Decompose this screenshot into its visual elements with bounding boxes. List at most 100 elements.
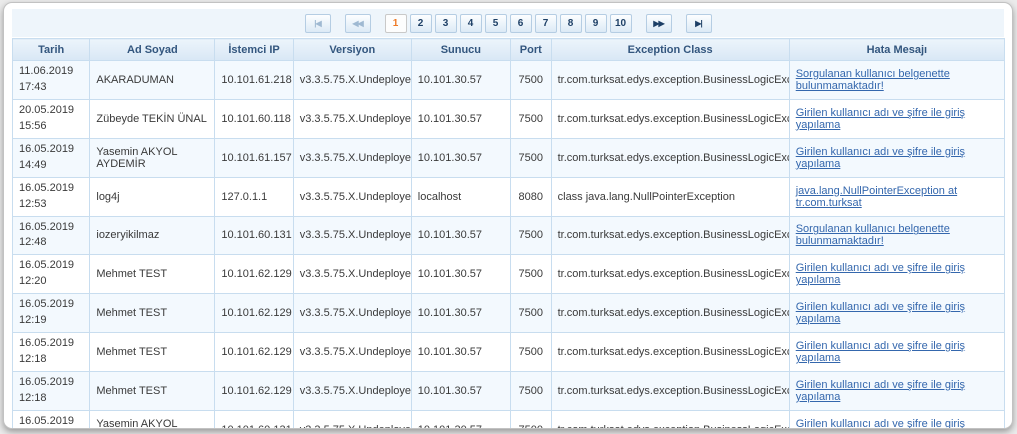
cell-istemci-ip: 10.101.61.157 — [215, 138, 293, 177]
column-header-istemci-ip[interactable]: İstemci IP — [215, 39, 293, 61]
table-row: 16.05.201912:19 Mehmet TEST 10.101.62.12… — [13, 294, 1005, 333]
table-row: 11.06.201917:43 AKARADUMAN 10.101.61.218… — [13, 61, 1005, 100]
cell-sunucu: localhost — [411, 177, 510, 216]
error-message-link[interactable]: Girilen kullanıcı adı ve şifre ile giriş… — [796, 146, 965, 170]
cell-exception-class: tr.com.turksat.edys.exception.BusinessLo… — [551, 410, 789, 429]
cell-istemci-ip: 10.101.60.118 — [215, 99, 293, 138]
cell-versiyon: v3.3.5.75.X.Undeployed — [293, 372, 411, 411]
cell-port: 7500 — [510, 99, 551, 138]
cell-ad-soyad: Mehmet TEST — [90, 372, 215, 411]
error-log-window: |◀ ◀◀ 1 2 3 4 5 6 7 8 9 10 ▶▶ ▶| Tarih A… — [3, 2, 1013, 429]
cell-exception-class: tr.com.turksat.edys.exception.BusinessLo… — [551, 138, 789, 177]
cell-ad-soyad: log4j — [90, 177, 215, 216]
cell-hata-mesaji: java.lang.NullPointerException at tr.com… — [789, 177, 1004, 216]
error-message-link[interactable]: Girilen kullanıcı adı ve şifre ile giriş… — [796, 262, 965, 286]
cell-ad-soyad: AKARADUMAN — [90, 61, 215, 100]
table-row: 16.05.201912:53 log4j 127.0.1.1 v3.3.5.7… — [13, 177, 1005, 216]
cell-versiyon: v3.3.5.75.X.Undeployed — [293, 333, 411, 372]
table-row: 16.05.201912:48 iozeryikilmaz 10.101.60.… — [13, 216, 1005, 255]
pagination-page-2[interactable]: 2 — [410, 14, 432, 33]
pagination-page-4[interactable]: 4 — [460, 14, 482, 33]
column-header-ad-soyad[interactable]: Ad Soyad — [90, 39, 215, 61]
cell-tarih: 20.05.201915:56 — [13, 99, 90, 138]
table-row: 16.05.201912:18 Mehmet TEST 10.101.62.12… — [13, 333, 1005, 372]
pagination-page-10[interactable]: 10 — [610, 14, 632, 33]
cell-sunucu: 10.101.30.57 — [411, 99, 510, 138]
table-row: 16.05.201912:18 Mehmet TEST 10.101.62.12… — [13, 372, 1005, 411]
pagination-page-6[interactable]: 6 — [510, 14, 532, 33]
cell-hata-mesaji: Sorgulanan kullanıcı belgenette bulunmam… — [789, 216, 1004, 255]
cell-versiyon: v3.3.5.75.X.Undeployed — [293, 99, 411, 138]
cell-tarih: 16.05.201912:19 — [13, 294, 90, 333]
cell-exception-class: tr.com.turksat.edys.exception.BusinessLo… — [551, 99, 789, 138]
cell-tarih: 16.05.201912:48 — [13, 216, 90, 255]
cell-exception-class: tr.com.turksat.edys.exception.BusinessLo… — [551, 372, 789, 411]
pagination-first-button[interactable]: |◀ — [305, 14, 331, 33]
cell-hata-mesaji: Girilen kullanıcı adı ve şifre ile giriş… — [789, 138, 1004, 177]
cell-exception-class: tr.com.turksat.edys.exception.BusinessLo… — [551, 255, 789, 294]
cell-port: 7500 — [510, 372, 551, 411]
cell-sunucu: 10.101.30.57 — [411, 61, 510, 100]
cell-hata-mesaji: Sorgulanan kullanıcı belgenette bulunmam… — [789, 61, 1004, 100]
column-header-port[interactable]: Port — [510, 39, 551, 61]
cell-ad-soyad: Mehmet TEST — [90, 255, 215, 294]
pagination-bar: |◀ ◀◀ 1 2 3 4 5 6 7 8 9 10 ▶▶ ▶| — [12, 9, 1004, 37]
pagination-page-8[interactable]: 8 — [560, 14, 582, 33]
cell-ad-soyad: Mehmet TEST — [90, 333, 215, 372]
cell-sunucu: 10.101.30.57 — [411, 410, 510, 429]
cell-sunucu: 10.101.30.57 — [411, 255, 510, 294]
column-header-sunucu[interactable]: Sunucu — [411, 39, 510, 61]
cell-sunucu: 10.101.30.57 — [411, 333, 510, 372]
pagination-next-button[interactable]: ▶▶ — [646, 14, 672, 33]
cell-istemci-ip: 10.101.62.129 — [215, 372, 293, 411]
error-message-link[interactable]: Sorgulanan kullanıcı belgenette bulunmam… — [796, 223, 950, 247]
error-message-link[interactable]: Girilen kullanıcı adı ve şifre ile giriş… — [796, 418, 965, 429]
cell-port: 7500 — [510, 294, 551, 333]
error-message-link[interactable]: Girilen kullanıcı adı ve şifre ile giriş… — [796, 107, 965, 131]
cell-port: 8080 — [510, 177, 551, 216]
cell-sunucu: 10.101.30.57 — [411, 138, 510, 177]
cell-istemci-ip: 10.101.62.129 — [215, 333, 293, 372]
column-header-hata-mesaji[interactable]: Hata Mesajı — [789, 39, 1004, 61]
cell-tarih: 16.05.201910:55 — [13, 410, 90, 429]
error-message-link[interactable]: java.lang.NullPointerException at tr.com… — [796, 185, 957, 209]
pagination-last-button[interactable]: ▶| — [686, 14, 712, 33]
pagination-page-3[interactable]: 3 — [435, 14, 457, 33]
cell-exception-class: class java.lang.NullPointerException — [551, 177, 789, 216]
cell-ad-soyad: Zübeyde TEKİN ÜNAL — [90, 99, 215, 138]
cell-versiyon: v3.3.5.75.X.Undeployed — [293, 138, 411, 177]
table-row: 16.05.201910:55 Yasemin AKYOL AYDEMİR 10… — [13, 410, 1005, 429]
cell-port: 7500 — [510, 333, 551, 372]
column-header-exception[interactable]: Exception Class — [551, 39, 789, 61]
pagination-page-1[interactable]: 1 — [385, 14, 407, 33]
cell-istemci-ip: 10.101.60.131 — [215, 216, 293, 255]
cell-ad-soyad: Mehmet TEST — [90, 294, 215, 333]
table-row: 20.05.201915:56 Zübeyde TEKİN ÜNAL 10.10… — [13, 99, 1005, 138]
error-message-link[interactable]: Girilen kullanıcı adı ve şifre ile giriş… — [796, 301, 965, 325]
error-message-link[interactable]: Girilen kullanıcı adı ve şifre ile giriş… — [796, 340, 965, 364]
pagination-page-9[interactable]: 9 — [585, 14, 607, 33]
cell-versiyon: v3.3.5.75.X.Undeployed — [293, 410, 411, 429]
cell-port: 7500 — [510, 61, 551, 100]
cell-hata-mesaji: Girilen kullanıcı adı ve şifre ile giriş… — [789, 333, 1004, 372]
cell-tarih: 16.05.201912:53 — [13, 177, 90, 216]
cell-ad-soyad: Yasemin AKYOL AYDEMİR — [90, 410, 215, 429]
cell-tarih: 16.05.201912:18 — [13, 372, 90, 411]
cell-istemci-ip: 127.0.1.1 — [215, 177, 293, 216]
pagination-prev-button[interactable]: ◀◀ — [345, 14, 371, 33]
column-header-versiyon[interactable]: Versiyon — [293, 39, 411, 61]
cell-istemci-ip: 10.101.62.129 — [215, 255, 293, 294]
cell-istemci-ip: 10.101.62.129 — [215, 294, 293, 333]
column-header-tarih[interactable]: Tarih — [13, 39, 90, 61]
error-message-link[interactable]: Girilen kullanıcı adı ve şifre ile giriş… — [796, 379, 965, 403]
pagination-page-5[interactable]: 5 — [485, 14, 507, 33]
cell-hata-mesaji: Girilen kullanıcı adı ve şifre ile giriş… — [789, 294, 1004, 333]
cell-istemci-ip: 10.101.61.218 — [215, 61, 293, 100]
error-message-link[interactable]: Sorgulanan kullanıcı belgenette bulunmam… — [796, 68, 950, 92]
cell-tarih: 16.05.201914:49 — [13, 138, 90, 177]
cell-versiyon: v3.3.5.75.X.Undeployed — [293, 255, 411, 294]
cell-hata-mesaji: Girilen kullanıcı adı ve şifre ile giriş… — [789, 255, 1004, 294]
pagination-page-7[interactable]: 7 — [535, 14, 557, 33]
cell-versiyon: v3.3.5.75.X.Undeployed — [293, 177, 411, 216]
cell-versiyon: v3.3.5.75.X.Undeployed — [293, 216, 411, 255]
